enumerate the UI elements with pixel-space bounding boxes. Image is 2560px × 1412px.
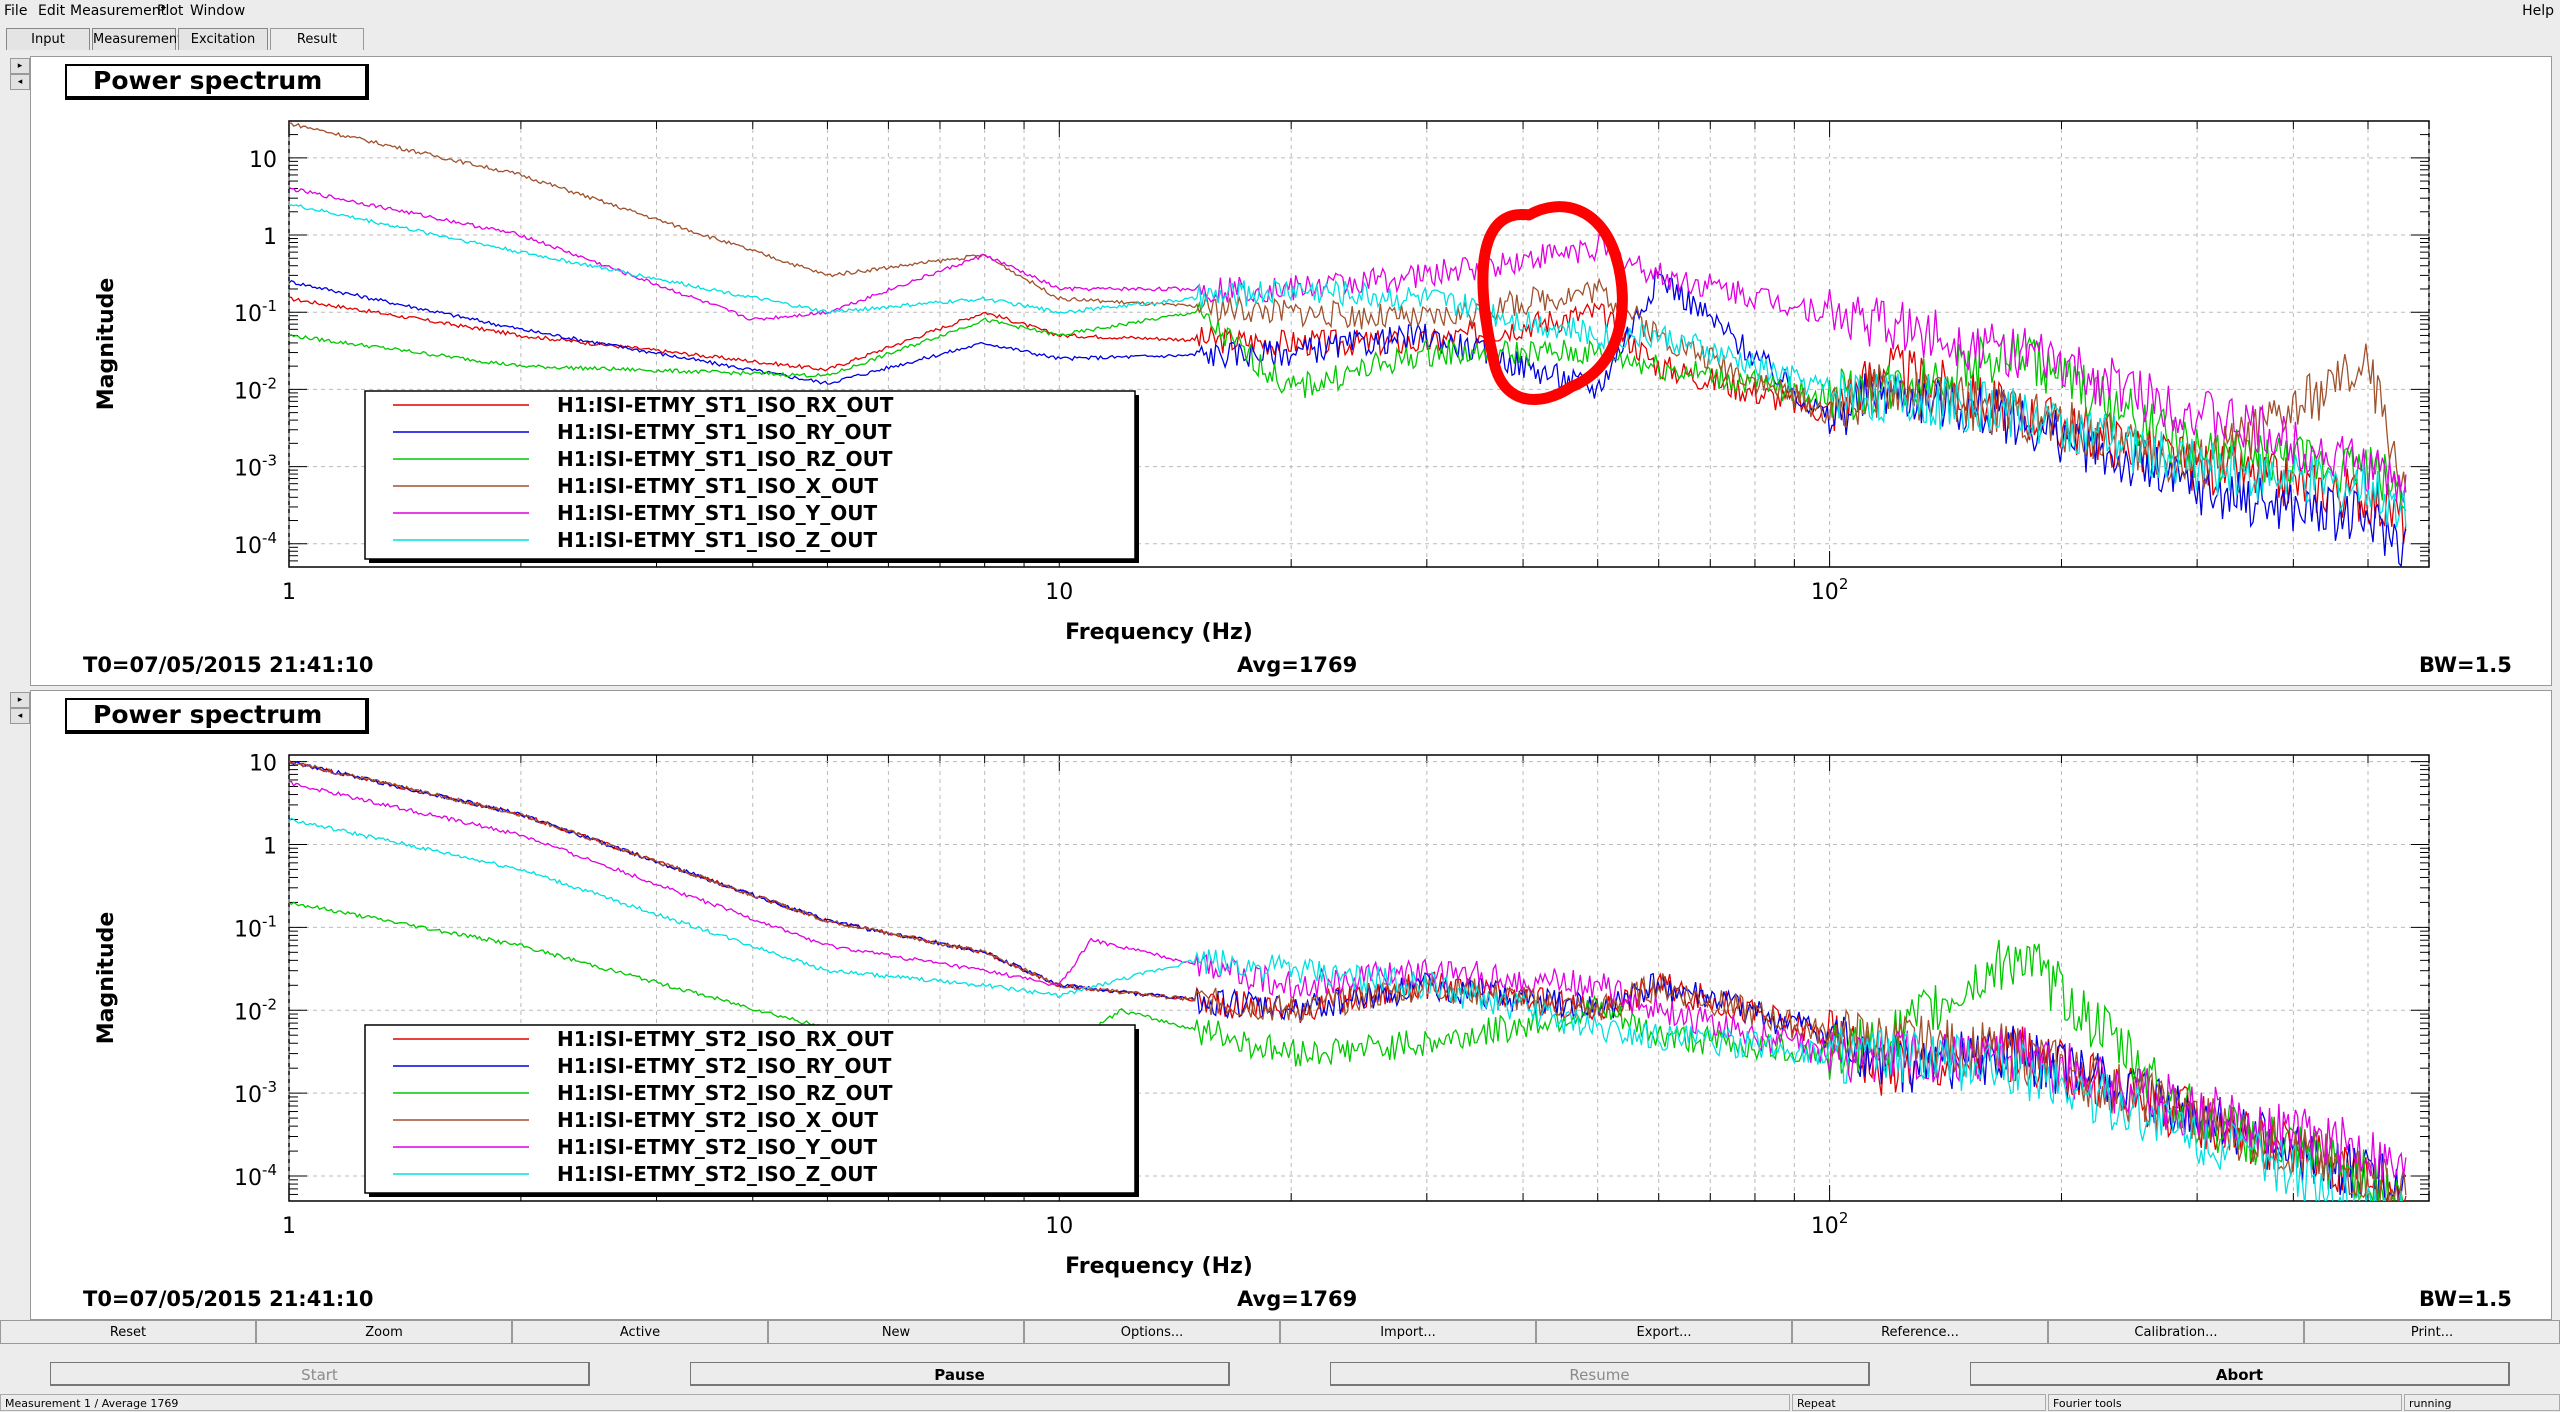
y-tick-label: 10-3: [234, 452, 277, 482]
menu-file[interactable]: File: [4, 3, 27, 19]
resume-button[interactable]: Resume: [1330, 1362, 1870, 1386]
plot-toolbar: Reset Zoom Active New Options... Import... Exp…: [0, 1320, 2560, 1346]
x-tick-label: 1: [282, 580, 296, 605]
panel-collapse-arrow-icon[interactable]: ◂: [10, 74, 30, 90]
panel-expand-arrow-icon[interactable]: ▸: [10, 692, 30, 708]
status-measurement: Measurement 1 / Average 1769: [0, 1394, 1790, 1411]
menu-edit[interactable]: Edit: [38, 3, 65, 19]
menu-help[interactable]: Help: [2522, 3, 2554, 19]
y-tick-label: 10: [249, 752, 277, 777]
y-tick-label: 10-2: [234, 995, 277, 1025]
y-tick-label: 10-4: [234, 1161, 277, 1191]
y-tick-label: 10-1: [234, 297, 277, 327]
x-axis-label: Frequency (Hz): [1065, 620, 1253, 645]
status-state: running: [2404, 1394, 2560, 1411]
toolbar-new-button[interactable]: New: [768, 1320, 1024, 1344]
legend-entry: H1:ISI-ETMY_ST1_ISO_X_OUT: [557, 474, 878, 498]
y-axis-label: Magnitude: [94, 912, 119, 1045]
x-tick-label: 10: [1045, 580, 1073, 605]
pause-button[interactable]: Pause: [690, 1362, 1230, 1386]
legend-entry: H1:ISI-ETMY_ST2_ISO_RZ_OUT: [557, 1081, 893, 1105]
x-tick-label: 1: [282, 1214, 296, 1239]
y-axis-label: Magnitude: [94, 278, 119, 411]
action-bar: Start Pause Resume Abort: [0, 1360, 2560, 1390]
power-spectrum-chart-2[interactable]: 10110-110-210-310-41 10 102Frequency (Hz)M…: [31, 691, 2551, 1319]
legend-entry: H1:ISI-ETMY_ST2_ISO_RX_OUT: [557, 1027, 894, 1051]
legend-entry: H1:ISI-ETMY_ST2_ISO_RY_OUT: [557, 1054, 892, 1078]
legend-entry: H1:ISI-ETMY_ST2_ISO_Z_OUT: [557, 1162, 877, 1186]
legend-entry: H1:ISI-ETMY_ST1_ISO_RZ_OUT: [557, 447, 893, 471]
menu-plot[interactable]: Plot: [157, 3, 183, 19]
status-fourier: Fourier tools: [2048, 1394, 2402, 1411]
start-button[interactable]: Start: [50, 1362, 590, 1386]
toolbar-active-button[interactable]: Active: [512, 1320, 768, 1344]
legend-entry: H1:ISI-ETMY_ST1_ISO_RX_OUT: [557, 393, 894, 417]
menu-bar: File Edit Measurement Plot Window Help: [0, 0, 2560, 24]
power-spectrum-chart-1[interactable]: 10110-110-210-310-41 10 102Frequency (Hz)M…: [31, 57, 2551, 685]
x-tick-label: 102: [1811, 575, 1849, 605]
y-tick-label: 1: [263, 834, 277, 859]
toolbar-export-button[interactable]: Export...: [1536, 1320, 1792, 1344]
bw-label: BW=1.5: [2419, 653, 2512, 677]
status-repeat: Repeat: [1792, 1394, 2046, 1411]
tab-result[interactable]: Result: [270, 28, 364, 50]
legend-entry: H1:ISI-ETMY_ST1_ISO_Z_OUT: [557, 528, 877, 552]
y-tick-label: 10-1: [234, 912, 277, 942]
plot-panel-2: ▸ ◂ Power spectrum 10 1 10-1 10-2 10-3 10-4 1 1…: [8, 690, 2552, 1320]
tab-input[interactable]: Input: [6, 28, 90, 50]
menu-window[interactable]: Window: [190, 3, 245, 19]
toolbar-print-button[interactable]: Print...: [2304, 1320, 2560, 1344]
legend-entry: H1:ISI-ETMY_ST1_ISO_Y_OUT: [557, 501, 877, 525]
y-tick-label: 10: [249, 148, 277, 173]
toolbar-reset-button[interactable]: Reset: [0, 1320, 256, 1344]
panel-expand-arrow-icon[interactable]: ▸: [10, 58, 30, 74]
x-axis-label: Frequency (Hz): [1065, 1254, 1253, 1279]
legend-entry: H1:ISI-ETMY_ST2_ISO_X_OUT: [557, 1108, 878, 1132]
toolbar-zoom-button[interactable]: Zoom: [256, 1320, 512, 1344]
toolbar-reference-button[interactable]: Reference...: [1792, 1320, 2048, 1344]
legend-entry: H1:ISI-ETMY_ST1_ISO_RY_OUT: [557, 420, 892, 444]
t0-label: T0=07/05/2015 21:41:10: [83, 653, 374, 677]
plot-area[interactable]: Power spectrum 10 1 10-1 10-2 10-3 10-4 1 10 102…: [30, 690, 2552, 1320]
toolbar-calibration-button[interactable]: Calibration...: [2048, 1320, 2304, 1344]
status-bar: Measurement 1 / Average 1769 Repeat Four…: [0, 1394, 2560, 1412]
y-tick-label: 10-4: [234, 529, 277, 559]
menu-measurement[interactable]: Measurement: [70, 3, 166, 19]
panel-collapse-arrow-icon[interactable]: ◂: [10, 708, 30, 724]
y-tick-label: 1: [263, 225, 277, 250]
plot-area[interactable]: Power spectrum 10 1 10-1 10-2 10-3 10-4 1 10 102…: [30, 56, 2552, 686]
bw-label: BW=1.5: [2419, 1287, 2512, 1311]
avg-label: Avg=1769: [1237, 1287, 1358, 1311]
legend-entry: H1:ISI-ETMY_ST2_ISO_Y_OUT: [557, 1135, 877, 1159]
plot-panel-1: ▸ ◂ Power spectrum 10 1 10-1 10-2 10-3 10-4 1 1…: [8, 56, 2552, 686]
abort-button[interactable]: Abort: [1970, 1362, 2510, 1386]
avg-label: Avg=1769: [1237, 653, 1358, 677]
tab-excitation[interactable]: Excitation: [178, 28, 268, 50]
tab-bar: Input Measurement Excitation Result: [0, 26, 2560, 52]
y-tick-label: 10-2: [234, 374, 277, 404]
x-tick-label: 102: [1811, 1209, 1849, 1239]
t0-label: T0=07/05/2015 21:41:10: [83, 1287, 374, 1311]
legend: H1:ISI-ETMY_ST1_ISO_RX_OUT H1:ISI-ETMY_ST…: [364, 390, 1139, 563]
tab-measurement[interactable]: Measurement: [92, 28, 182, 50]
x-tick-label: 10: [1045, 1214, 1073, 1239]
toolbar-import-button[interactable]: Import...: [1280, 1320, 1536, 1344]
toolbar-options-button[interactable]: Options...: [1024, 1320, 1280, 1344]
y-tick-label: 10-3: [234, 1078, 277, 1108]
legend: H1:ISI-ETMY_ST2_ISO_RX_OUT H1:ISI-ETMY_ST…: [364, 1024, 1139, 1197]
